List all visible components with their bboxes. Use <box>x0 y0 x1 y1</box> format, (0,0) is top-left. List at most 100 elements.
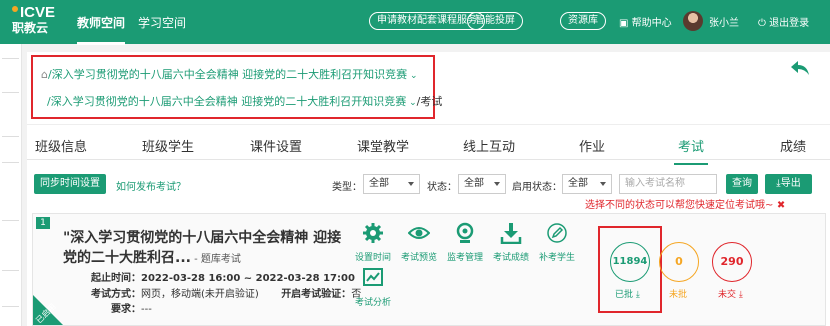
status-select-value: 全部 <box>464 178 484 189</box>
gear-icon <box>363 223 383 243</box>
breadcrumb-level1[interactable]: ⌂/深入学习贯彻党的十八届六中全会精神 迎接党的二十大胜利召开知识竞赛 ⌄ <box>41 66 418 82</box>
query-button[interactable]: 查询 <box>726 174 758 194</box>
webcam-icon <box>456 222 474 243</box>
enable-status-select[interactable]: 全部 <box>562 174 612 194</box>
chevron-down-icon <box>600 182 606 186</box>
require-value: --- <box>141 304 152 315</box>
exam-index-badge: 1 <box>36 217 50 229</box>
tab-classroom-teaching[interactable]: 课堂教学 <box>357 136 409 155</box>
proctor-management-label: 监考管理 <box>446 253 483 263</box>
exam-name-search-input[interactable]: 输入考试名称 <box>619 174 717 194</box>
nav-teacher-space[interactable]: 教师空间 <box>77 14 126 45</box>
enable-status-label: 启用状态： <box>512 182 562 193</box>
breadcrumb-course-link[interactable]: /深入学习贯彻党的十八届六中全会精神 迎接党的二十大胜利召开知识竞赛 <box>48 68 407 81</box>
unsubmitted-label-text: 未交 <box>718 290 737 300</box>
require-label: 要求： <box>111 304 141 315</box>
exam-preview-action[interactable]: 考试预览 <box>394 222 444 263</box>
type-select[interactable]: 全部 <box>363 174 420 194</box>
username[interactable]: 张小兰 <box>709 14 739 29</box>
status-hint-text: 选择不同的状态可以帮您快速定位考试哦~ <box>585 200 774 211</box>
unsubmitted-label[interactable]: 未交 ⤓ <box>718 287 743 300</box>
ungraded-label: 未批 <box>669 290 688 300</box>
graded-count-circle[interactable]: 11894 <box>610 242 650 282</box>
exam-preview-label: 考试预览 <box>400 253 437 263</box>
exam-time-row: 起止时间：2022-03-28 16:00 ~ 2022-03-28 17:00 <box>91 269 355 284</box>
type-select-value: 全部 <box>369 178 389 189</box>
logo-subtitle: 职教云 <box>12 21 49 35</box>
tab-courseware-settings[interactable]: 课件设置 <box>250 136 302 155</box>
time-value: 2022-03-28 16:00 ~ 2022-03-28 17:00 <box>141 273 355 284</box>
left-sidebar-edge <box>0 44 22 326</box>
tab-class-students[interactable]: 班级学生 <box>142 136 194 155</box>
sync-time-button[interactable]: 同步时间设置 <box>34 174 106 194</box>
avatar[interactable] <box>683 11 703 31</box>
download-icon <box>500 223 522 244</box>
tab-online-interaction[interactable]: 线上互动 <box>463 136 515 155</box>
ungraded-count-circle[interactable]: 0 <box>659 242 699 282</box>
logo[interactable]: ICVE 职教云 <box>12 5 60 36</box>
tab-exam[interactable]: 考试 <box>673 136 709 165</box>
breadcrumb-current: /考试 <box>416 95 443 108</box>
export-label: 导出 <box>780 178 801 189</box>
type-label: 类型： <box>332 182 362 193</box>
exam-analysis-label: 考试分析 <box>354 298 391 308</box>
help-center-label: 帮助中心 <box>631 18 672 29</box>
resource-library-button[interactable]: 资源库 <box>560 12 606 30</box>
nav-learning-space[interactable]: 学习空间 <box>138 14 186 31</box>
tab-grades[interactable]: 成绩 <box>780 136 806 155</box>
status-hint: 选择不同的状态可以帮您快速定位考试哦~ ✖ <box>585 196 785 211</box>
chevron-down-icon[interactable]: ⌄ <box>407 71 418 81</box>
chevron-down-icon <box>408 182 414 186</box>
graded-label[interactable]: 已批 ⤓ <box>615 287 640 300</box>
eye-icon <box>408 227 430 239</box>
download-icon: ⤓ <box>635 290 640 300</box>
how-to-publish-link[interactable]: 如何发布考试？ <box>116 178 186 193</box>
method-value: 网页，移动端(未开启验证) <box>141 289 259 300</box>
proctor-management-action[interactable]: 监考管理 <box>440 222 490 263</box>
chevron-down-icon <box>494 182 500 186</box>
logout-link[interactable]: ⏻ 退出登录 <box>758 14 809 29</box>
exam-require-row: 要求：--- <box>111 300 152 315</box>
smart-screen-button[interactable]: 智能投屏 <box>467 12 523 30</box>
main-panel: ⌂/深入学习贯彻党的十八届六中全会精神 迎接党的二十大胜利召开知识竞赛 ⌄ /深… <box>27 52 830 326</box>
makeup-students-action[interactable]: 补考学生 <box>532 222 582 263</box>
status-select[interactable]: 全部 <box>458 174 506 194</box>
tab-bar: 班级信息 班级学生 课件设置 课堂教学 线上互动 作业 考试 成绩 <box>27 124 830 165</box>
enable-status-select-value: 全部 <box>568 178 588 189</box>
power-icon: ⏻ <box>758 18 766 29</box>
logo-text: ICVE <box>20 4 56 21</box>
exam-source: - 题库考试 <box>190 254 241 265</box>
graded-label-text: 已批 <box>615 290 634 300</box>
verify-label: 开启考试验证： <box>281 289 352 300</box>
exam-analysis-action[interactable]: 考试分析 <box>348 267 398 308</box>
edit-circle-icon <box>547 223 567 243</box>
exam-scores-label: 考试成绩 <box>492 253 529 263</box>
time-label: 起止时间： <box>91 273 141 284</box>
chevron-down-icon[interactable]: ⌄ <box>406 98 417 108</box>
tab-class-info[interactable]: 班级信息 <box>35 136 87 155</box>
exam-title[interactable]: "深入学习贯彻党的十八届六中全会精神 迎接党的二十大胜利召... - 题库考试 <box>63 228 343 270</box>
top-bar: ICVE 职教云 教师空间 学习空间 申请教材配套课程服务 智能投屏 资源库 ▣… <box>0 0 830 45</box>
set-time-action[interactable]: 设置时间 <box>348 222 398 263</box>
exam-scores-action[interactable]: 考试成绩 <box>486 222 536 263</box>
breadcrumb-level2: /深入学习贯彻党的十八届六中全会精神 迎接党的二十大胜利召开知识竞赛 ⌄/考试 <box>47 93 442 109</box>
set-time-label: 设置时间 <box>354 253 391 263</box>
close-icon[interactable]: ✖ <box>773 200 785 211</box>
exam-method-row: 考试方式：网页，移动端(未开启验证) 开启考试验证：否 <box>91 285 361 300</box>
unsubmitted-count-circle[interactable]: 290 <box>712 242 752 282</box>
breadcrumb: ⌂/深入学习贯彻党的十八届六中全会精神 迎接党的二十大胜利召开知识竞赛 ⌄ /深… <box>31 55 442 119</box>
makeup-students-label: 补考学生 <box>538 253 575 263</box>
back-icon[interactable] <box>790 60 810 76</box>
exam-list-item: 1 已启用 "深入学习贯彻党的十八届六中全会精神 迎接党的二十大胜利召... -… <box>32 213 826 326</box>
tab-homework[interactable]: 作业 <box>579 136 605 155</box>
home-icon[interactable]: ⌂ <box>41 68 48 81</box>
breadcrumb-class-link[interactable]: /深入学习贯彻党的十八届六中全会精神 迎接党的二十大胜利召开知识竞赛 <box>47 95 406 108</box>
export-button[interactable]: ⤓导出 <box>765 174 812 194</box>
chart-icon <box>363 268 383 286</box>
method-label: 考试方式： <box>91 289 141 300</box>
help-icon: ▣ <box>619 18 629 29</box>
download-icon: ⤓ <box>738 290 743 300</box>
logout-label: 退出登录 <box>769 18 810 29</box>
help-center-link[interactable]: ▣ 帮助中心 <box>619 14 672 29</box>
status-label: 状态： <box>427 182 457 193</box>
